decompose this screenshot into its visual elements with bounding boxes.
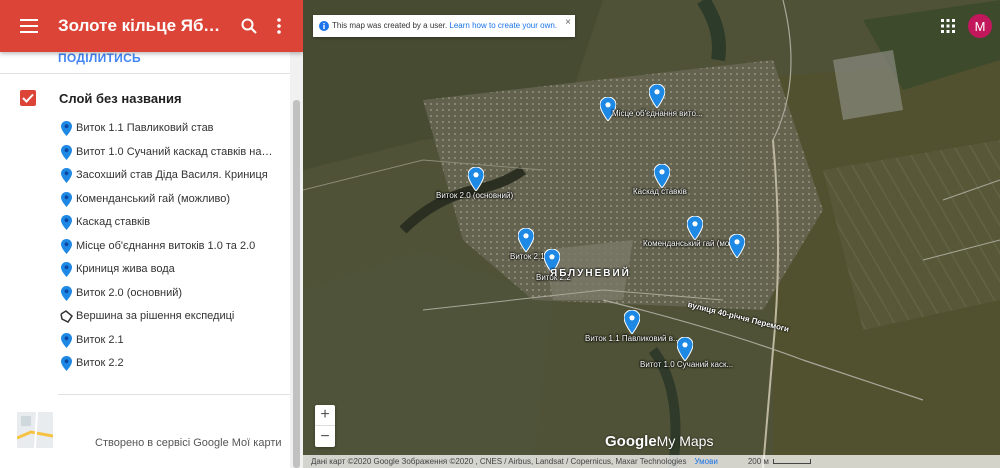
- more-vert-icon: [277, 18, 281, 34]
- terms-link[interactable]: Умови: [694, 457, 717, 466]
- feature-item[interactable]: Засохший став Діда Василя. Криниця: [0, 165, 290, 187]
- notice-text: This map was created by a user. Learn ho…: [332, 21, 557, 30]
- info-icon: [319, 21, 329, 31]
- blue-pin-icon: [61, 121, 72, 136]
- map-view[interactable]: This map was created by a user. Learn ho…: [303, 0, 1000, 468]
- panel-header: Золоте кільце Яблуне...: [0, 0, 303, 52]
- feature-item[interactable]: Виток 2.1: [0, 330, 290, 352]
- feature-item[interactable]: Вершина за рішення експедиці: [0, 306, 290, 328]
- map-pin-marker[interactable]: [518, 228, 534, 252]
- feature-label: Каскад ставків: [76, 216, 151, 228]
- google-wordmark: Google: [605, 433, 657, 450]
- apps-button[interactable]: [936, 14, 960, 38]
- map-pin-marker[interactable]: [687, 216, 703, 240]
- layer-row: Слой без названия: [0, 88, 290, 110]
- feature-item[interactable]: Каскад ставків: [0, 212, 290, 234]
- blue-pin-icon: [61, 215, 72, 230]
- layer-checkbox[interactable]: [20, 90, 36, 106]
- scrollbar-thumb[interactable]: [293, 100, 300, 468]
- zoom-in-button[interactable]: +: [315, 405, 335, 426]
- feature-item[interactable]: Витот 1.0 Сучаний каскад ставків на р...: [0, 142, 290, 164]
- blue-pin-icon: [61, 356, 72, 371]
- feature-item[interactable]: Криниця жива вода: [0, 259, 290, 281]
- feature-label: Коменданський гай (можливо): [76, 192, 231, 205]
- google-my-maps-logo: GoogleMy Maps: [605, 433, 713, 450]
- pin-label: Виток 1.1 Павликовий в...: [585, 334, 680, 343]
- learn-more-link[interactable]: Learn how to create your own.: [449, 21, 557, 30]
- map-pin-marker[interactable]: [624, 310, 640, 334]
- feature-item[interactable]: Місце об'єднання витоків 1.0 та 2.0: [0, 236, 290, 258]
- map-pin-marker[interactable]: [729, 234, 745, 258]
- map-pin-marker[interactable]: [468, 167, 484, 191]
- notice-message: This map was created by a user.: [332, 21, 448, 30]
- satellite-imagery: [303, 0, 1000, 468]
- map-title: Золоте кільце Яблуне...: [58, 16, 224, 35]
- feature-item[interactable]: Виток 1.1 Павликовий став: [0, 118, 290, 140]
- feature-label: Криниця жива вода: [76, 263, 175, 275]
- checkmark-icon: [22, 93, 34, 103]
- pin-label: Витот 1.0 Сучаний каск...: [640, 360, 734, 369]
- created-with-credit[interactable]: Створено в сервісі Google Мої карти: [95, 437, 282, 449]
- pin-label: Виток 2.0 (основний): [436, 191, 514, 200]
- blue-pin-icon: [61, 262, 72, 277]
- pin-label: Каскад ставків: [633, 187, 687, 196]
- my-maps-wordmark: My Maps: [656, 433, 714, 449]
- share-link[interactable]: ПОДІЛИТИСЬ: [58, 51, 141, 65]
- scale-bar: [772, 459, 811, 464]
- left-panel: Золоте кільце Яблуне... ПОДІЛИТИСЬ С: [0, 0, 303, 468]
- layer-name[interactable]: Слой без названия: [59, 91, 182, 106]
- map-attribution: Дані карт ©2020 Google Зображення ©2020 …: [303, 455, 1000, 468]
- attribution-text: Дані карт ©2020 Google Зображення ©2020 …: [311, 457, 687, 466]
- map-pin-marker[interactable]: [654, 164, 670, 188]
- line-path-icon: [60, 310, 73, 323]
- account-avatar[interactable]: M: [968, 14, 992, 38]
- blue-pin-icon: [61, 332, 72, 348]
- feature-label: Виток 1.1 Павликовий став: [76, 122, 214, 134]
- blue-pin-icon: [61, 238, 72, 254]
- feature-label: Витот 1.0 Сучаний каскад ставків на р...: [76, 145, 274, 158]
- feature-item[interactable]: Виток 2.2: [0, 353, 290, 375]
- search-button[interactable]: [232, 0, 266, 52]
- pin-label: Коменданський гай (мож...: [643, 239, 742, 248]
- divider: [58, 394, 290, 395]
- blue-pin-icon: [61, 191, 72, 207]
- zoom-out-button[interactable]: −: [315, 426, 335, 447]
- pin-label: Місце об'єднання вито...: [612, 109, 703, 118]
- pin-label: Виток 2.1: [510, 252, 545, 261]
- feature-item[interactable]: Коменданський гай (можливо): [0, 189, 290, 211]
- map-pin-marker[interactable]: [677, 337, 693, 361]
- apps-grid-icon: [941, 19, 955, 33]
- divider: [0, 73, 290, 74]
- blue-pin-icon: [61, 144, 72, 160]
- feature-item[interactable]: Виток 2.0 (основний): [0, 283, 290, 305]
- user-map-notice: This map was created by a user. Learn ho…: [313, 15, 575, 37]
- village-label: ЯБЛУНЕВИЙ: [550, 268, 631, 279]
- feature-label: Виток 2.1: [76, 333, 124, 346]
- feature-label: Засохший став Діда Василя. Криниця: [76, 169, 268, 181]
- feature-label: Місце об'єднання витоків 1.0 та 2.0: [76, 239, 256, 252]
- feature-label: Виток 2.2: [76, 357, 124, 369]
- scale-label: 200 м: [747, 457, 769, 466]
- close-icon[interactable]: ×: [565, 17, 571, 28]
- blue-pin-icon: [61, 285, 72, 301]
- feature-label: Виток 2.0 (основний): [76, 286, 183, 299]
- search-icon: [241, 18, 257, 34]
- feature-label: Вершина за рішення експедиці: [76, 310, 235, 322]
- panel-content: ПОДІЛИТИСЬ Слой без названия Виток 1.1 П…: [0, 51, 290, 468]
- more-options-button[interactable]: [266, 0, 292, 52]
- map-pin-marker[interactable]: [649, 84, 665, 108]
- menu-button[interactable]: [0, 0, 58, 52]
- blue-pin-icon: [61, 168, 72, 183]
- map-thumbnail: [17, 412, 53, 448]
- hamburger-icon: [20, 19, 38, 33]
- zoom-control: + −: [315, 405, 335, 447]
